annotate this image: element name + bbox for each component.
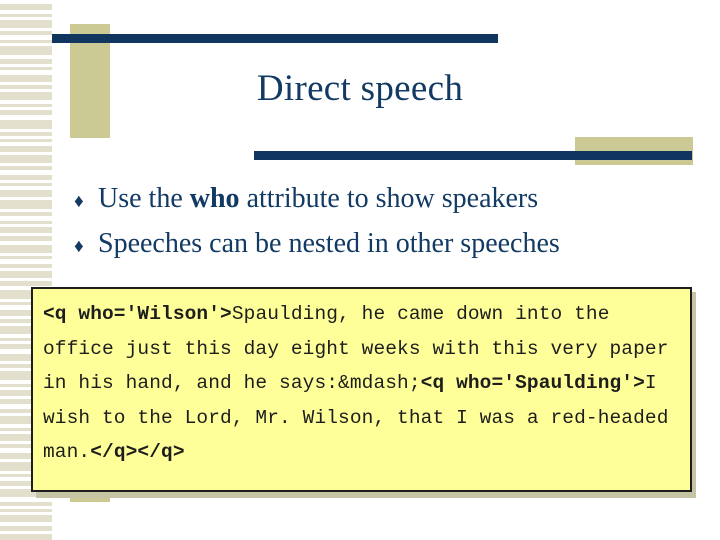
code-tag-open-q-spaulding: <q who='Spaulding'> <box>420 372 645 394</box>
stripe <box>0 4 52 10</box>
slide-canvas: Direct speech ♦ Use the who attribute to… <box>0 0 720 540</box>
stripe <box>0 183 52 186</box>
page-title: Direct speech <box>256 68 464 109</box>
stripe <box>0 264 52 268</box>
stripe <box>0 146 52 152</box>
stripe <box>0 59 52 64</box>
code-tag-open-q-wilson: <q who='Wilson'> <box>43 303 232 325</box>
stripe <box>0 166 52 170</box>
navy-rule-top <box>52 34 498 43</box>
stripe <box>0 139 52 142</box>
stripe <box>0 200 52 209</box>
bullet-list: ♦ Use the who attribute to show speakers… <box>74 178 684 268</box>
list-item: ♦ Use the who attribute to show speakers <box>74 178 684 223</box>
list-item-label: Speeches can be nested in other speeches <box>98 223 560 265</box>
stripe <box>0 281 52 286</box>
stripe <box>0 502 52 506</box>
stripe <box>0 40 52 43</box>
stripe <box>0 132 52 136</box>
stripe <box>0 221 52 224</box>
code-tag-close-q-pair: </q></q> <box>90 441 185 463</box>
stripe <box>0 526 52 531</box>
list-item-text-pre: Speeches can be nested in other speeches <box>98 228 560 259</box>
stripe <box>0 245 52 253</box>
stripe <box>0 31 52 35</box>
list-item-text-post: attribute to show speakers <box>239 183 539 214</box>
stripe <box>0 509 52 512</box>
stripe <box>0 155 52 163</box>
code-sample-box: <q who='Wilson'>Spaulding, he came down … <box>31 287 692 492</box>
diamond-bullet-icon: ♦ <box>74 236 84 257</box>
stripe <box>0 175 52 180</box>
diamond-bullet-icon: ♦ <box>74 191 84 212</box>
list-item-text-bold: who <box>189 183 240 214</box>
stripe <box>0 256 52 259</box>
list-item-text-pre: Use the <box>98 183 190 214</box>
stripe <box>0 236 52 241</box>
navy-rule-middle <box>254 151 692 160</box>
stripe <box>0 46 52 55</box>
stripe <box>0 120 52 129</box>
list-item: ♦ Speeches can be nested in other speech… <box>74 223 684 268</box>
stripe <box>0 190 52 197</box>
stripe <box>0 271 52 278</box>
stripe <box>0 212 52 216</box>
list-item-label: Use the who attribute to show speakers <box>98 178 538 220</box>
stripe <box>0 20 52 28</box>
stripe <box>0 515 52 522</box>
stripe <box>0 14 52 17</box>
stripe <box>0 534 52 540</box>
code-sample-text: <q who='Wilson'>Spaulding, he came down … <box>43 297 680 470</box>
stripe <box>0 227 52 233</box>
